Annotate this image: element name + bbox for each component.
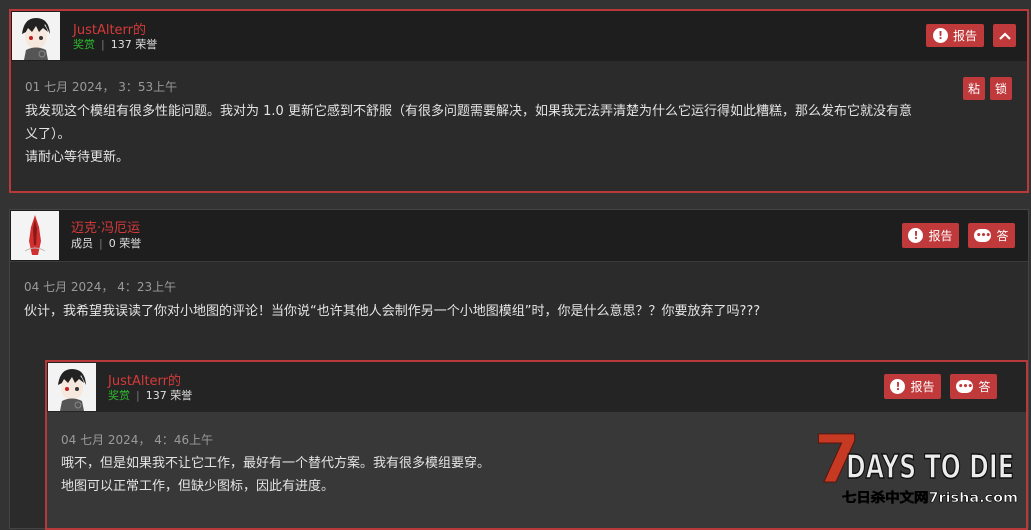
lock-label: 锁 xyxy=(994,82,1007,96)
post-date: 04 七月 2024， 4：23上午 xyxy=(24,280,177,294)
post-line: 哦不，但是如果我不让它工作，最好有一个替代方案。我有很多模组要穿。 xyxy=(61,456,491,471)
7dtd-watermark-logo: 7 DAYS TO DIE 七日杀中文网7risha.com xyxy=(812,420,1022,510)
speech-bubble-icon: ••• xyxy=(956,380,974,393)
username[interactable]: 迈克·冯厄运 xyxy=(71,217,140,236)
post-line: 伙计，我希望我误读了你对小地图的评论！当你说“也许其他人会制作另一个小地图模组”… xyxy=(24,304,761,319)
reply-button[interactable]: ••• 答 xyxy=(968,223,1015,248)
collapse-button[interactable] xyxy=(993,24,1016,47)
user-rank: 奖赏 xyxy=(73,38,95,51)
report-button[interactable]: ! 报告 xyxy=(902,223,959,248)
meta-separator: | xyxy=(101,38,105,51)
avatar[interactable] xyxy=(48,363,96,411)
logo-text: DAYS TO DIE xyxy=(846,447,1014,486)
chevron-up-icon xyxy=(998,31,1011,40)
report-label: 报告 xyxy=(928,229,953,243)
user-honor: 0 荣誉 xyxy=(108,237,142,250)
alert-circle-icon: ! xyxy=(932,28,948,43)
meta-separator: | xyxy=(99,237,103,250)
post-1-header: JustAlterr的 奖赏 | 137 荣誉 ! 报告 xyxy=(11,11,1027,61)
post-content: 我发现这个模组有很多性能问题。我对为 1.0 更新它感到不舒服（有很多问题需要解… xyxy=(25,100,1015,169)
alert-circle-icon: ! xyxy=(908,228,924,243)
lock-button[interactable]: 锁 xyxy=(990,77,1012,100)
reply-label: 答 xyxy=(996,229,1009,243)
alert-circle-icon: ! xyxy=(890,379,906,394)
user-meta: 奖赏 | 137 荣誉 xyxy=(108,387,192,403)
post-line: 请耐心等待更新。 xyxy=(25,150,130,165)
post-date: 01 七月 2024， 3：53上午 xyxy=(25,80,178,94)
post-1-body: 01 七月 2024， 3：53上午 粘 锁 我发现这个模组有很多性能问题。我对… xyxy=(11,61,1027,191)
user-meta: 奖赏 | 137 荣誉 xyxy=(73,36,157,52)
post-content: 哦不，但是如果我不让它工作，最好有一个替代方案。我有很多模组要穿。 地图可以正常… xyxy=(61,452,821,498)
user-honor: 137 荣誉 xyxy=(110,38,158,51)
report-button[interactable]: ! 报告 xyxy=(884,374,941,399)
reply-label: 答 xyxy=(978,380,991,394)
sticky-label: 粘 xyxy=(967,82,980,96)
sticky-button[interactable]: 粘 xyxy=(963,77,985,100)
post-line: 我发现这个模组有很多性能问题。我对为 1.0 更新它感到不舒服（有很多问题需要解… xyxy=(25,104,912,119)
avatar[interactable] xyxy=(12,12,60,60)
user-rank: 成员 xyxy=(71,237,93,250)
meta-separator: | xyxy=(136,389,140,402)
post-line: 地图可以正常工作，但缺少图标，因此有进度。 xyxy=(61,479,335,494)
reply-button[interactable]: ••• 答 xyxy=(950,374,997,399)
post-2-header: 迈克·冯厄运 成员 | 0 荣誉 ! 报告 ••• 答 xyxy=(10,210,1028,262)
user-meta: 成员 | 0 荣誉 xyxy=(71,235,141,251)
user-rank: 奖赏 xyxy=(108,389,130,402)
avatar[interactable] xyxy=(11,211,59,260)
post-content: 伙计，我希望我误读了你对小地图的评论！当你说“也许其他人会制作另一个小地图模组”… xyxy=(24,300,1014,323)
speech-bubble-icon: ••• xyxy=(974,229,992,242)
post-line: 义了）。 xyxy=(25,127,71,142)
post-3-header: JustAlterr的 奖赏 | 137 荣誉 ! 报告 ••• 答 xyxy=(47,362,1026,412)
report-button[interactable]: ! 报告 xyxy=(926,24,984,47)
site-text: 七日杀中文网7risha.com xyxy=(842,490,1018,506)
post-1: JustAlterr的 奖赏 | 137 荣誉 ! 报告 01 七月 2024， 3：… xyxy=(9,9,1029,193)
report-label: 报告 xyxy=(910,380,935,394)
report-label: 报告 xyxy=(952,29,977,43)
post-date: 04 七月 2024， 4：46上午 xyxy=(61,433,214,447)
user-honor: 137 荣誉 xyxy=(145,389,193,402)
